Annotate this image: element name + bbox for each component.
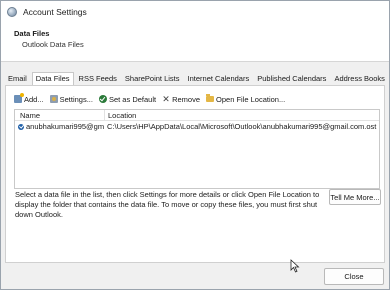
data-files-list[interactable]: Name Location anubhakumari995@gmail.com … bbox=[14, 109, 380, 189]
column-header-location[interactable]: Location bbox=[104, 109, 379, 121]
header-subtitle: Outlook Data Files bbox=[22, 40, 84, 49]
list-item-name-cell: anubhakumari995@gmail.com bbox=[15, 122, 104, 131]
open-file-location-label: Open File Location... bbox=[216, 94, 286, 104]
add-button[interactable]: Add... bbox=[14, 93, 44, 104]
tell-me-more-button[interactable]: Tell Me More... bbox=[329, 189, 381, 205]
remove-icon: ✕ bbox=[162, 94, 170, 104]
tab-sharepoint-lists[interactable]: SharePoint Lists bbox=[122, 73, 183, 85]
tab-published-calendars[interactable]: Published Calendars bbox=[254, 73, 329, 85]
tab-rss-feeds[interactable]: RSS Feeds bbox=[76, 73, 120, 85]
tab-email[interactable]: Email bbox=[5, 73, 30, 85]
dialog-footer: Close bbox=[1, 263, 389, 290]
header-title: Data Files bbox=[14, 29, 50, 38]
tab-data-files[interactable]: Data Files bbox=[31, 72, 74, 85]
list-item-location: C:\Users\HP\AppData\Local\Microsoft\Outl… bbox=[107, 122, 377, 131]
window-title: Account Settings bbox=[23, 6, 87, 17]
title-bar: Account Settings bbox=[1, 1, 389, 22]
dialog-header: Data Files Outlook Data Files bbox=[1, 22, 389, 62]
account-settings-window: Account Settings Data Files Outlook Data… bbox=[0, 0, 390, 290]
add-file-icon bbox=[14, 93, 24, 103]
toolbar: Add... Settings... Set as Default ✕ Remo… bbox=[14, 93, 291, 105]
remove-label: Remove bbox=[172, 94, 201, 104]
list-item-name: anubhakumari995@gmail.com bbox=[26, 122, 104, 131]
settings-icon bbox=[49, 95, 58, 103]
set-default-button[interactable]: Set as Default bbox=[98, 94, 157, 104]
tab-bar: Email Data Files RSS Feeds SharePoint Li… bbox=[5, 72, 385, 85]
add-label: Add... bbox=[24, 94, 44, 104]
column-header-name[interactable]: Name bbox=[15, 111, 104, 120]
settings-label: Settings... bbox=[59, 94, 93, 104]
remove-button[interactable]: ✕ Remove bbox=[162, 95, 200, 104]
folder-icon bbox=[206, 94, 215, 102]
set-default-label: Set as Default bbox=[108, 94, 157, 104]
default-check-icon bbox=[18, 123, 24, 130]
tab-address-books[interactable]: Address Books bbox=[331, 73, 387, 85]
open-file-location-button[interactable]: Open File Location... bbox=[206, 94, 286, 104]
settings-button[interactable]: Settings... bbox=[49, 94, 93, 104]
help-text: Select a data file in the list, then cli… bbox=[15, 190, 320, 219]
list-header: Name Location bbox=[15, 109, 379, 121]
list-item[interactable]: anubhakumari995@gmail.com C:\Users\HP\Ap… bbox=[15, 121, 379, 132]
tab-internet-calendars[interactable]: Internet Calendars bbox=[185, 73, 253, 85]
close-button[interactable]: Close bbox=[324, 268, 384, 285]
data-files-panel: Add... Settings... Set as Default ✕ Remo… bbox=[5, 85, 385, 273]
account-settings-icon bbox=[7, 6, 17, 17]
check-circle-icon bbox=[98, 95, 107, 103]
